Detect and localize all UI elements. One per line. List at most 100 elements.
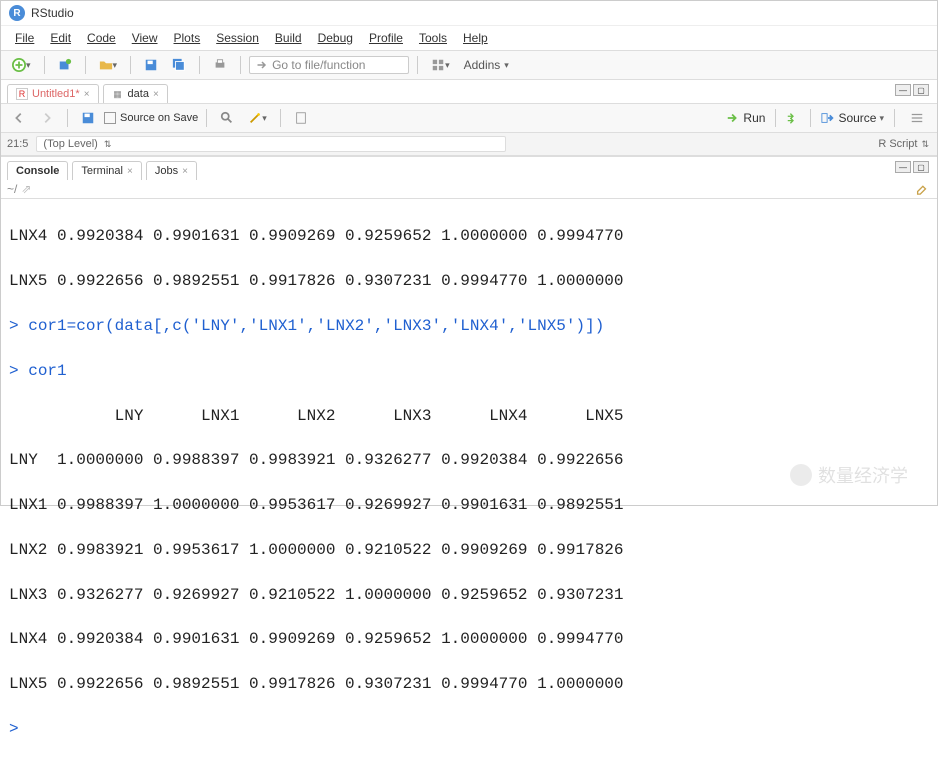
separator [894,109,895,127]
magic-button[interactable]: ▾ [243,108,272,128]
grid-icon [431,58,445,72]
minimize-pane-icon[interactable]: — [895,84,911,96]
menu-debug[interactable]: Debug [310,28,361,48]
minimize-pane-icon[interactable]: — [895,161,911,173]
console-line: LNX2 0.9983921 0.9953617 1.0000000 0.921… [9,539,929,561]
console-line: LNX4 0.9920384 0.9901631 0.9909269 0.925… [9,628,929,650]
new-file-button[interactable]: ▾ [7,55,36,75]
save-all-icon [172,58,186,72]
separator [130,56,131,74]
addins-button[interactable]: Addins ▾ [459,55,514,75]
scope-label: (Top Level) [43,138,97,150]
source-arrow-icon [821,111,835,125]
find-button[interactable] [215,108,239,128]
console-line: > cor1 [9,360,929,382]
menu-file[interactable]: File [7,28,42,48]
separator [206,109,207,127]
maximize-pane-icon[interactable]: ▢ [913,161,929,173]
maximize-pane-icon[interactable]: ▢ [913,84,929,96]
separator [199,56,200,74]
file-type-selector[interactable]: R Script ⇅ [878,138,929,150]
save-button[interactable] [139,55,163,75]
close-icon[interactable]: × [153,89,159,100]
table-icon: ▦ [112,88,124,100]
menu-edit[interactable]: Edit [42,28,79,48]
save-file-button[interactable] [76,108,100,128]
separator [810,109,811,127]
open-file-button[interactable]: ▾ [94,55,123,75]
print-button[interactable] [208,55,232,75]
tab-label: Console [16,165,59,177]
menu-bar: File Edit Code View Plots Session Build … [1,26,937,51]
pane-controls: — ▢ [895,84,929,96]
save-icon [144,58,158,72]
console-path-bar: ~/ ⇗ [1,180,937,199]
file-type-label: R Script [878,138,917,150]
menu-build[interactable]: Build [267,28,310,48]
arrow-right-icon [256,59,268,71]
main-toolbar: ▾ ▾ Go to file/function ▾ Addins ▾ [1,51,937,80]
run-button[interactable]: Run [726,111,765,125]
cursor-position: 21:5 [7,138,28,150]
save-all-button[interactable] [167,55,191,75]
outline-icon [910,111,924,125]
arrow-right-icon [40,111,54,125]
compile-button[interactable] [289,108,313,128]
rerun-button[interactable] [786,111,800,125]
console-path: ~/ [7,182,17,196]
tab-label: data [128,88,149,100]
save-icon [81,111,95,125]
tab-untitled1[interactable]: R Untitled1* × [7,84,99,103]
console-line: LNY LNX1 LNX2 LNX3 LNX4 LNX5 [9,405,929,427]
source-button[interactable]: Source ▾ [821,111,884,125]
separator [85,56,86,74]
grid-button[interactable]: ▾ [426,55,455,75]
close-icon[interactable]: × [182,166,188,177]
notebook-icon [294,111,308,125]
menu-tools[interactable]: Tools [411,28,455,48]
outline-button[interactable] [905,108,929,128]
title-bar: R RStudio [1,1,937,26]
back-button[interactable] [7,108,31,128]
menu-session[interactable]: Session [208,28,267,48]
go-to-file-input[interactable]: Go to file/function [249,56,409,74]
tab-data[interactable]: ▦ data × [103,84,168,103]
rerun-icon [786,111,800,125]
separator [775,109,776,127]
new-project-button[interactable] [53,55,77,75]
arrow-left-icon [12,111,26,125]
pane-controls: — ▢ [895,161,929,173]
tab-jobs[interactable]: Jobs × [146,161,197,180]
console-line: LNX5 0.9922656 0.9892551 0.9917826 0.930… [9,673,929,695]
tab-terminal[interactable]: Terminal × [72,161,141,180]
run-arrow-icon [726,111,740,125]
separator [44,56,45,74]
console-output[interactable]: LNX4 0.9920384 0.9901631 0.9909269 0.925… [1,199,937,767]
menu-view[interactable]: View [124,28,166,48]
editor-toolbar: Source on Save ▾ Run Source ▾ [1,104,937,133]
menu-code[interactable]: Code [79,28,124,48]
tab-console[interactable]: Console [7,161,68,180]
menu-profile[interactable]: Profile [361,28,411,48]
scope-selector[interactable]: (Top Level) ⇅ [36,136,506,152]
menu-help[interactable]: Help [455,28,496,48]
separator [280,109,281,127]
console-line: LNX5 0.9922656 0.9892551 0.9917826 0.930… [9,270,929,292]
menu-plots[interactable]: Plots [166,28,209,48]
go-to-placeholder: Go to file/function [272,58,365,72]
close-icon[interactable]: × [84,89,90,100]
cube-plus-icon [58,58,72,72]
magnifier-icon [220,111,234,125]
console-line: LNX3 0.9326277 0.9269927 0.9210522 1.000… [9,584,929,606]
console-line: > [9,718,929,740]
console-line: > cor1=cor(data[,c('LNY','LNX1','LNX2','… [9,315,929,337]
popout-icon[interactable]: ⇗ [21,182,31,196]
source-on-save-checkbox[interactable] [104,112,116,124]
forward-button[interactable] [35,108,59,128]
wand-icon [248,111,262,125]
close-icon[interactable]: × [127,166,133,177]
plus-circle-icon [12,58,26,72]
addins-label: Addins [464,58,501,72]
console-line: LNY 1.0000000 0.9988397 0.9983921 0.9326… [9,449,929,471]
clear-console-icon[interactable] [915,181,929,198]
